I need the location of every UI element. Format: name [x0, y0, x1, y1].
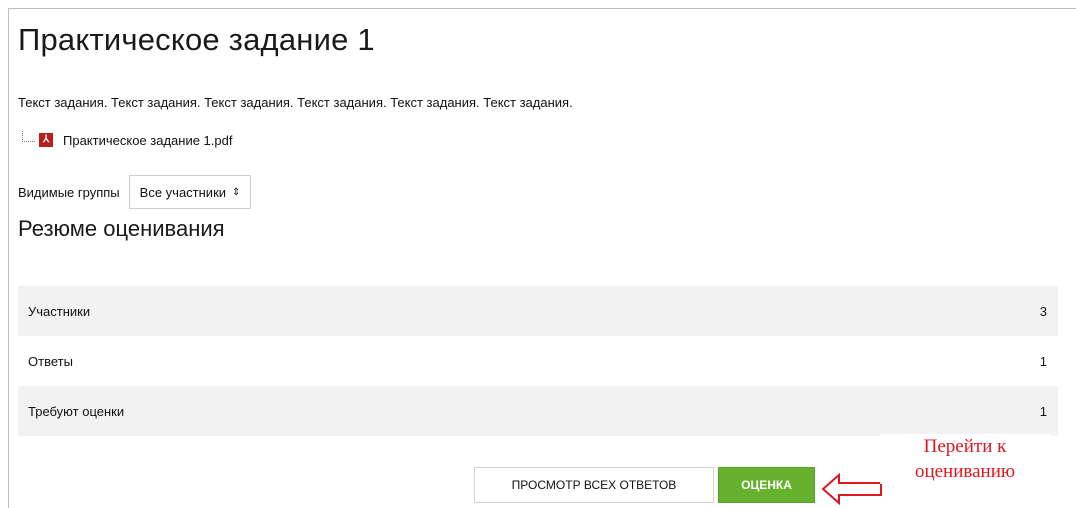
arrow-left-icon	[821, 472, 882, 506]
row-label: Ответы	[28, 353, 73, 369]
attachment-item[interactable]: ⅄ Практическое задание 1.pdf	[22, 130, 232, 150]
pdf-icon: ⅄	[39, 133, 53, 147]
grading-summary-table: Участники 3 Ответы 1 Требуют оценки 1	[18, 286, 1058, 436]
page-title: Практическое задание 1	[18, 22, 375, 57]
tree-connector	[22, 130, 35, 142]
row-value: 1	[1039, 353, 1047, 369]
annotation-callout: Перейти к оцениванию	[880, 434, 1050, 484]
group-select-value: Все участники	[139, 184, 227, 200]
group-select[interactable]: Все участники ⇕	[128, 175, 252, 209]
table-row: Участники 3	[18, 286, 1058, 336]
row-value: 3	[1039, 303, 1047, 319]
row-label: Участники	[28, 303, 91, 319]
grade-button[interactable]: ОЦЕНКА	[718, 467, 815, 503]
select-caret-icon: ⇕	[232, 186, 241, 198]
assignment-description: Текст задания. Текст задания. Текст зада…	[18, 95, 573, 110]
attachment-link[interactable]: Практическое задание 1.pdf	[63, 133, 232, 148]
visible-groups-label: Видимые группы	[18, 184, 120, 200]
table-row: Требуют оценки 1	[18, 386, 1058, 436]
annotation-line-1: Перейти к	[923, 436, 1007, 457]
table-row: Ответы 1	[18, 336, 1058, 386]
grading-summary-title: Резюме оценивания	[18, 216, 225, 241]
visible-groups: Видимые группы Все участники ⇕	[18, 175, 252, 209]
annotation-line-2: оцениванию	[914, 461, 1016, 482]
row-label: Требуют оценки	[28, 403, 125, 419]
view-all-submissions-button[interactable]: ПРОСМОТР ВСЕХ ОТВЕТОВ	[474, 467, 714, 503]
row-value: 1	[1039, 403, 1047, 419]
